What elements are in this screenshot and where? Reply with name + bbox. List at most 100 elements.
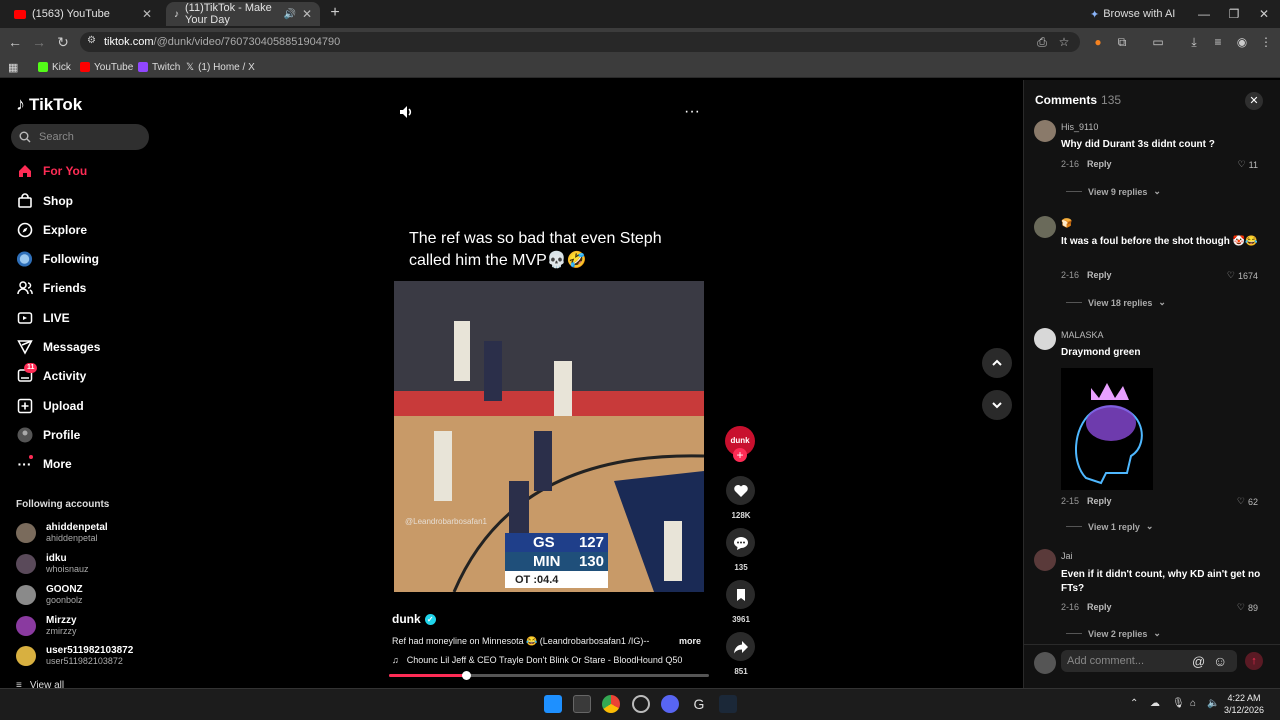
tab-youtube[interactable]: (1563) YouTube ✕ <box>6 2 160 26</box>
following-account[interactable]: idku whoisnauz <box>16 550 89 578</box>
sidebar-icon[interactable]: ▭ <box>1150 34 1166 50</box>
mic-icon[interactable]: 🎙 <box>1172 698 1185 709</box>
nav-more[interactable]: ··· More <box>16 452 72 476</box>
close-window-button[interactable]: ✕ <box>1254 4 1274 24</box>
bookmark-kick[interactable]: Kick <box>38 58 71 76</box>
install-app-icon[interactable]: ⎙ <box>1034 34 1050 50</box>
browse-with-ai-button[interactable]: ✦ Browse with AI <box>1090 4 1175 24</box>
comment-username[interactable]: Jai <box>1061 551 1073 561</box>
reading-list-icon[interactable]: ≡ <box>1210 34 1226 50</box>
comment-username[interactable]: His_9110 <box>1061 122 1098 132</box>
search-field[interactable]: Search <box>11 124 149 150</box>
following-account[interactable]: user511982103872 user511982103872 <box>16 642 133 670</box>
bookmark-star-icon[interactable]: ☆ <box>1056 34 1072 50</box>
previous-video-button[interactable] <box>982 348 1012 378</box>
comment-image[interactable] <box>1061 368 1153 490</box>
network-icon[interactable]: ⌂ <box>1190 698 1196 709</box>
download-icon[interactable]: ⤓ <box>1186 34 1202 50</box>
view-replies-button[interactable]: View 1 reply ⌄ <box>1066 521 1153 532</box>
comment-username[interactable]: 🍞 <box>1061 218 1072 229</box>
progress-handle[interactable] <box>461 671 471 680</box>
comment-like-button[interactable]: ♡ 11 <box>1238 159 1258 170</box>
bookmark-twitch[interactable]: Twitch <box>138 58 180 76</box>
forward-button[interactable]: → <box>30 33 48 51</box>
extensions-puzzle-icon[interactable]: ⧉ <box>1114 34 1130 50</box>
nav-activity[interactable]: 11 Activity <box>16 362 86 388</box>
nav-friends[interactable]: Friends <box>16 276 86 300</box>
nav-live[interactable]: LIVE <box>16 306 70 330</box>
site-info-icon[interactable]: ⚙ <box>87 35 96 46</box>
gaming-app-icon[interactable]: G <box>690 695 708 713</box>
following-account[interactable]: ahiddenpetal ahiddenpetal <box>16 519 108 547</box>
avatar[interactable] <box>1034 549 1056 571</box>
following-account[interactable]: Mirzzy zmirzzy <box>16 612 77 640</box>
comment-like-button[interactable]: ♡ 62 <box>1237 496 1258 507</box>
new-tab-button[interactable]: + <box>326 4 344 22</box>
tray-chevron-icon[interactable]: ⌃ <box>1130 698 1138 709</box>
close-tab-icon[interactable]: ✕ <box>302 7 312 21</box>
avatar[interactable] <box>1034 120 1056 142</box>
apps-grid-icon[interactable]: ▦ <box>8 58 18 76</box>
nav-upload[interactable]: Upload <box>16 394 84 418</box>
video-author[interactable]: dunk ✓ <box>392 612 436 626</box>
like-button[interactable] <box>726 476 755 505</box>
tiktok-logo[interactable]: ♪ TikTok <box>16 94 82 115</box>
mention-icon[interactable]: @ <box>1192 654 1205 669</box>
view-replies-button[interactable]: View 2 replies ⌄ <box>1066 628 1161 639</box>
music-track[interactable]: ♫ Chounc Lil Jeff & CEO Trayle Don't Bli… <box>392 655 704 665</box>
bookmark-x[interactable]: 𝕏 (1) Home / X <box>186 58 255 76</box>
video-options-icon[interactable]: ··· <box>684 104 700 120</box>
bookmark-youtube[interactable]: YouTube <box>80 58 133 76</box>
speaker-icon[interactable]: 🔈 <box>1207 698 1219 709</box>
nav-explore[interactable]: Explore <box>16 218 87 242</box>
volume-icon[interactable] <box>398 104 414 120</box>
nav-messages[interactable]: Messages <box>16 335 100 359</box>
profile-avatar-icon[interactable]: ◉ <box>1234 34 1250 50</box>
share-button[interactable] <box>726 632 755 661</box>
minimize-button[interactable]: — <box>1194 4 1214 24</box>
reload-button[interactable]: ↻ <box>54 33 72 51</box>
send-comment-button[interactable]: ↑ <box>1245 652 1263 670</box>
description-more-link[interactable]: more <box>679 636 701 646</box>
xbox-icon[interactable] <box>573 695 591 713</box>
comment-input[interactable] <box>1061 650 1237 672</box>
reply-button[interactable]: Reply <box>1087 602 1112 612</box>
cloud-icon[interactable]: ☁ <box>1150 698 1160 709</box>
nav-profile[interactable]: Profile <box>16 423 80 447</box>
comment-button[interactable] <box>726 528 755 557</box>
app-icon[interactable] <box>632 695 650 713</box>
emoji-icon[interactable]: ☺ <box>1213 653 1227 669</box>
following-account[interactable]: GOONZ goonbolz <box>16 581 83 609</box>
nav-shop[interactable]: Shop <box>16 189 73 213</box>
follow-plus-icon[interactable]: + <box>733 448 747 462</box>
taskbar-clock[interactable]: 4:22 AM 3/12/2026 <box>1224 692 1264 716</box>
comment-like-button[interactable]: ♡ 1674 <box>1227 270 1258 281</box>
video-progress-bar[interactable] <box>389 671 709 680</box>
comment-like-button[interactable]: ♡ 89 <box>1237 602 1258 613</box>
view-replies-button[interactable]: View 18 replies ⌄ <box>1066 297 1166 308</box>
reply-button[interactable]: Reply <box>1087 496 1112 506</box>
close-tab-icon[interactable]: ✕ <box>142 7 152 21</box>
reply-button[interactable]: Reply <box>1087 270 1112 280</box>
avatar[interactable] <box>1034 328 1056 350</box>
reply-button[interactable]: Reply <box>1087 159 1112 169</box>
nav-following[interactable]: Following <box>16 247 99 271</box>
restore-button[interactable]: ❐ <box>1224 4 1244 24</box>
audio-playing-icon[interactable]: 🔊 <box>283 9 295 20</box>
view-replies-button[interactable]: View 9 replies ⌄ <box>1066 186 1161 197</box>
tab-tiktok[interactable]: ♪ (11)TikTok - Make Your Day 🔊 ✕ <box>166 2 320 26</box>
avatar[interactable] <box>1034 216 1056 238</box>
next-video-button[interactable] <box>982 390 1012 420</box>
windows-start-icon[interactable] <box>544 695 562 713</box>
chrome-icon[interactable] <box>602 695 620 713</box>
close-comments-icon[interactable]: ✕ <box>1245 92 1263 110</box>
url-field[interactable]: ⚙ tiktok.com/@dunk/video/760730405885190… <box>80 32 1080 52</box>
discord-icon[interactable] <box>661 695 679 713</box>
steam-icon[interactable] <box>719 695 737 713</box>
menu-kebab-icon[interactable]: ⋮ <box>1258 34 1274 50</box>
back-button[interactable]: ← <box>6 33 24 51</box>
save-button[interactable] <box>726 580 755 609</box>
comment-username[interactable]: MALASKA <box>1061 330 1104 340</box>
extension-icon[interactable]: ● <box>1090 34 1106 50</box>
nav-for-you[interactable]: For You <box>16 159 87 183</box>
